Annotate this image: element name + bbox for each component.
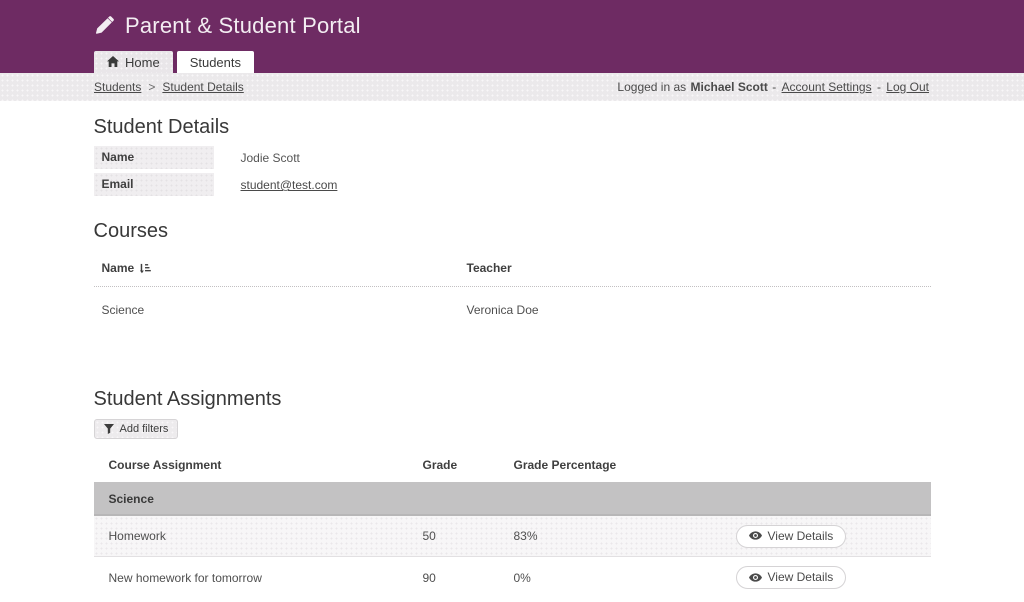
student-details-heading: Student Details [94, 116, 931, 139]
email-label: Email [94, 173, 214, 196]
add-filters-label: Add filters [120, 423, 169, 435]
view-details-button[interactable]: View Details [736, 566, 847, 589]
account-settings-link[interactable]: Account Settings [782, 80, 872, 94]
course-teacher-cell: Veronica Doe [467, 303, 539, 317]
session-separator: - [877, 80, 881, 94]
course-assignment-header: Course Assignment [94, 458, 423, 472]
sort-icon [140, 263, 151, 274]
name-value: Jodie Scott [214, 146, 300, 169]
session-prefix: Logged in as [617, 80, 686, 94]
courses-name-header[interactable]: Name [102, 261, 467, 275]
courses-teacher-header: Teacher [467, 261, 512, 275]
app-title: Parent & Student Portal [94, 13, 361, 39]
assignments-table-header: Course Assignment Grade Grade Percentage [94, 445, 931, 482]
detail-row-email: Email student@test.com [94, 173, 931, 196]
student-email-link[interactable]: student@test.com [241, 178, 338, 192]
tab-students-label: Students [190, 55, 241, 70]
main-content: Student Details Name Jodie Scott Email s… [94, 116, 931, 598]
courses-table-header: Name Teacher [94, 243, 931, 287]
table-row: Science Veronica Doe [94, 287, 931, 331]
grade-percentage-cell: 83% [514, 529, 734, 543]
eye-icon [749, 573, 762, 582]
grade-cell: 50 [423, 529, 514, 543]
actions-cell: View Details [734, 566, 931, 589]
home-icon [107, 56, 119, 68]
app-header: Parent & Student Portal Home Students [0, 0, 1024, 73]
eye-icon [749, 531, 762, 540]
session-user-name: Michael Scott [691, 80, 768, 94]
actions-header [734, 458, 931, 472]
breadcrumb-student-details-link[interactable]: Student Details [162, 80, 243, 94]
main-nav-tabs: Home Students [94, 51, 254, 73]
course-group-row: Science [94, 482, 931, 516]
grade-header: Grade [423, 458, 514, 472]
add-filters-button[interactable]: Add filters [94, 419, 179, 439]
assignment-name-cell: Homework [94, 529, 423, 543]
table-row: New homework for tomorrow 90 0% View Det… [94, 557, 931, 598]
tab-students[interactable]: Students [177, 51, 254, 73]
table-row: Homework 50 83% View Details [94, 516, 931, 557]
session-separator: - [772, 80, 776, 94]
grade-percentage-cell: 0% [514, 571, 734, 585]
breadcrumb-students-link[interactable]: Students [94, 80, 141, 94]
filter-icon [104, 424, 114, 434]
courses-heading: Courses [94, 220, 931, 243]
tab-home[interactable]: Home [94, 51, 173, 73]
tab-home-label: Home [125, 55, 160, 70]
log-out-link[interactable]: Log Out [886, 80, 929, 94]
student-assignments-heading: Student Assignments [94, 388, 931, 411]
actions-cell: View Details [734, 525, 931, 548]
session-info: Logged in as Michael Scott - Account Set… [616, 80, 930, 94]
pencil-icon [94, 16, 114, 36]
grade-percentage-header: Grade Percentage [514, 458, 734, 472]
view-details-button[interactable]: View Details [736, 525, 847, 548]
courses-name-header-label: Name [102, 261, 135, 275]
view-details-label: View Details [768, 570, 834, 584]
assignment-name-cell: New homework for tomorrow [94, 571, 423, 585]
course-name-cell: Science [102, 303, 467, 317]
email-value: student@test.com [214, 173, 338, 196]
grade-cell: 90 [423, 571, 514, 585]
breadcrumb-bar: Students > Student Details Logged in as … [0, 73, 1024, 101]
view-details-label: View Details [768, 529, 834, 543]
name-label: Name [94, 146, 214, 169]
breadcrumb-separator: > [148, 80, 155, 94]
breadcrumb: Students > Student Details [94, 80, 244, 94]
detail-row-name: Name Jodie Scott [94, 146, 931, 169]
page-title: Parent & Student Portal [125, 13, 361, 39]
